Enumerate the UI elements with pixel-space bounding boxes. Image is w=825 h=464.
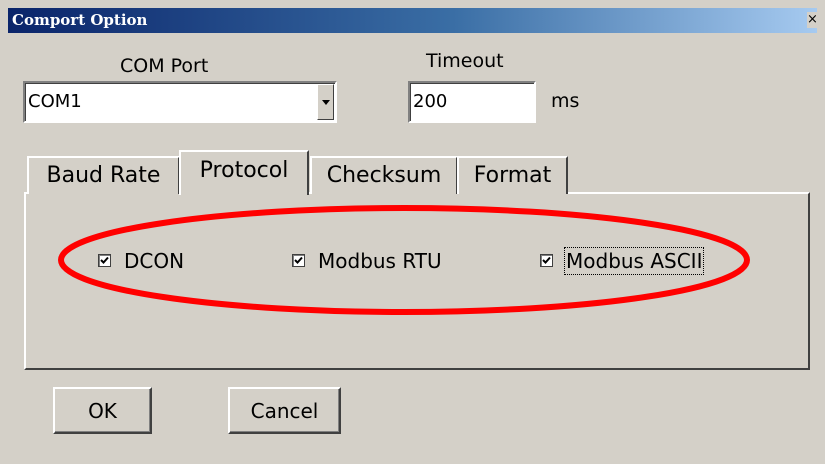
tab-checksum-label: Checksum xyxy=(326,163,442,188)
protocol-tab-panel: DCON Modbus RTU Modbus ASCII xyxy=(24,192,810,370)
com-port-label: COM Port xyxy=(120,55,209,77)
tab-protocol-label: Protocol xyxy=(199,158,289,183)
modbus-rtu-label: Modbus RTU xyxy=(318,249,442,273)
modbus-ascii-label: Modbus ASCII xyxy=(563,247,705,275)
check-icon xyxy=(294,256,303,264)
tab-format-label: Format xyxy=(473,163,552,188)
tab-protocol[interactable]: Protocol xyxy=(179,150,309,195)
dcon-label: DCON xyxy=(124,249,185,273)
window-title: Comport Option xyxy=(12,11,148,29)
check-icon xyxy=(542,256,551,264)
close-icon[interactable]: × xyxy=(807,12,818,28)
modbus-rtu-checkbox[interactable] xyxy=(292,254,305,267)
cancel-button-label: Cancel xyxy=(250,399,319,423)
comport-option-dialog: Comport Option × COM Port COM1 Timeout 2… xyxy=(0,0,825,464)
dcon-checkbox[interactable] xyxy=(98,254,111,267)
check-icon xyxy=(100,256,109,264)
tab-baud-rate-label: Baud Rate xyxy=(46,163,161,188)
tab-baud-rate[interactable]: Baud Rate xyxy=(27,156,180,194)
cancel-button[interactable]: Cancel xyxy=(228,387,341,434)
timeout-label: Timeout xyxy=(426,50,504,72)
timeout-value: 200 xyxy=(413,91,448,112)
timeout-unit: ms xyxy=(551,90,580,112)
com-port-value: COM1 xyxy=(28,91,82,112)
ok-button[interactable]: OK xyxy=(53,387,152,434)
tab-format[interactable]: Format xyxy=(457,156,568,194)
ok-button-label: OK xyxy=(88,399,117,423)
com-port-select[interactable]: COM1 xyxy=(23,81,337,123)
modbus-ascii-checkbox[interactable] xyxy=(540,254,553,267)
tab-checksum[interactable]: Checksum xyxy=(310,156,458,194)
chevron-down-icon[interactable] xyxy=(317,84,334,120)
title-bar[interactable]: Comport Option × xyxy=(8,8,818,33)
timeout-input[interactable]: 200 xyxy=(408,81,536,123)
